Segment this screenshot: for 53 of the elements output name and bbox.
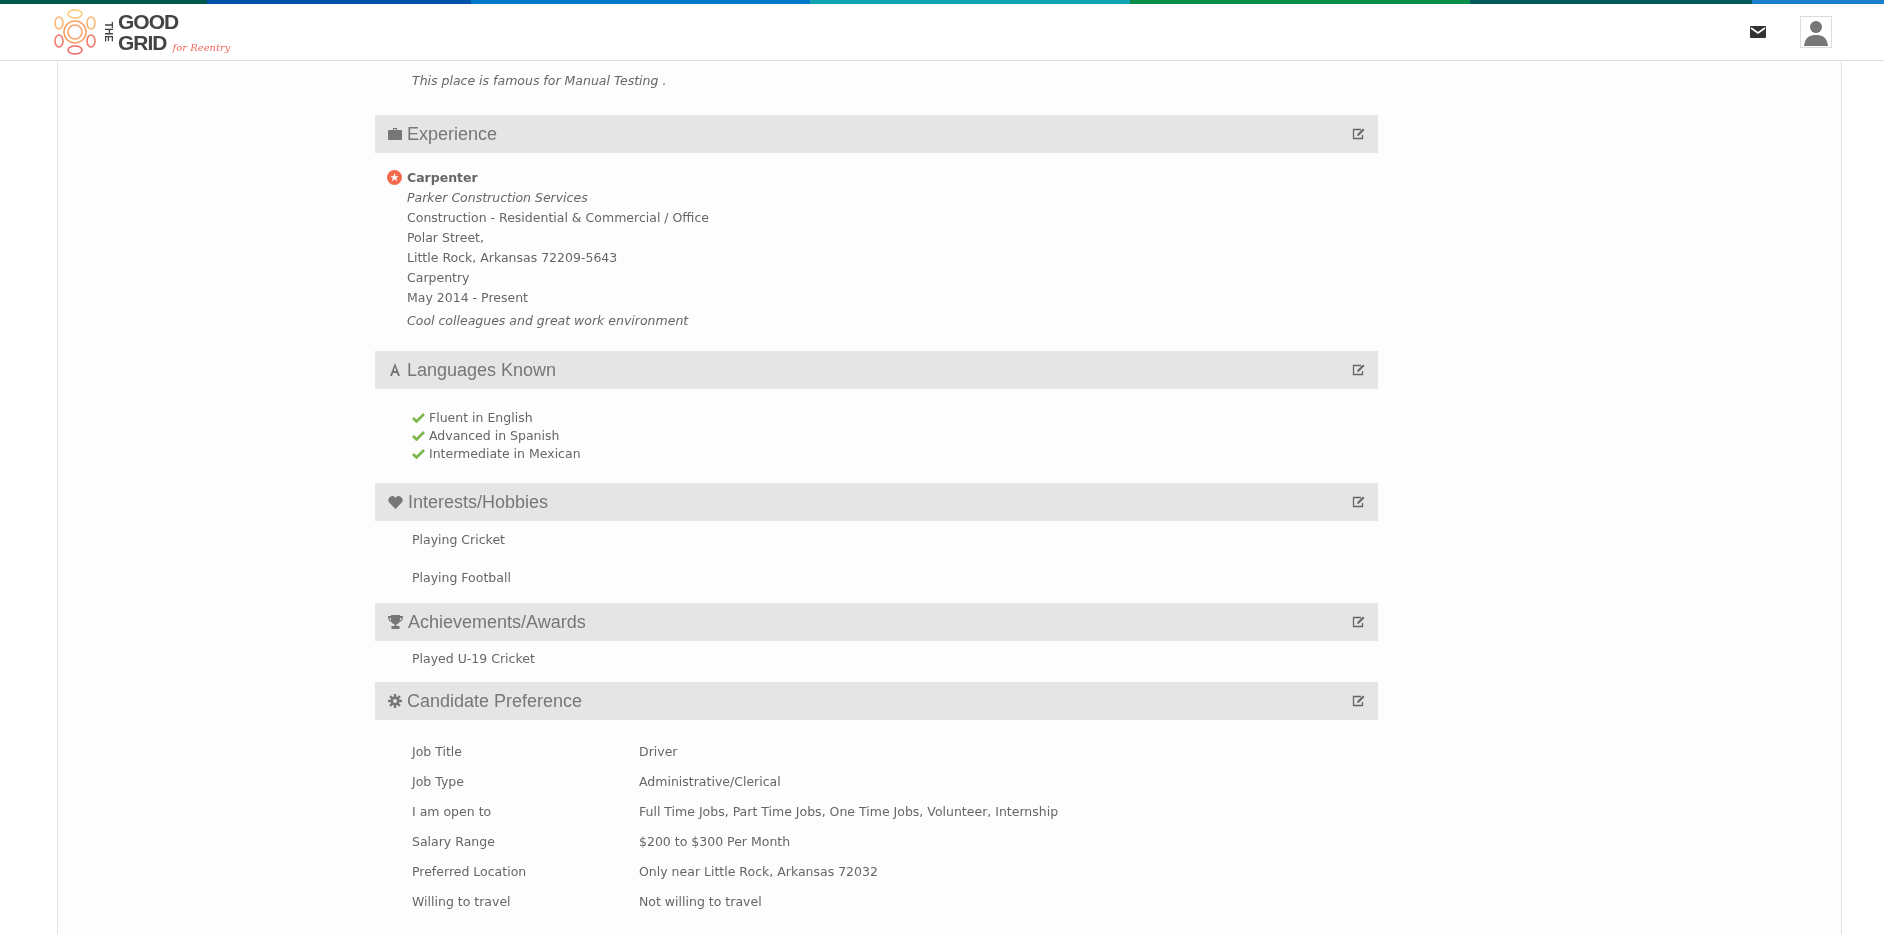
preference-label: I am open to [412, 803, 493, 819]
job-detail: Polar Street, [407, 229, 485, 247]
gear-icon [388, 694, 402, 708]
interest-item: Playing Cricket [412, 531, 506, 549]
section-title: Languages Known [407, 359, 558, 381]
preference-value: Only near Little Rock, Arkansas 72032 [639, 863, 878, 879]
logo-tagline: for Reentry [172, 43, 231, 53]
logo-text: GRID [118, 32, 167, 53]
letter-a-icon [388, 363, 402, 377]
job-detail: Carpentry [407, 269, 471, 287]
preference-value: $200 to $300 Per Month [639, 833, 791, 849]
preference-value: Driver [639, 743, 678, 759]
edit-icon[interactable] [1352, 128, 1365, 140]
language-item: Fluent in English [429, 409, 533, 427]
section-title: Achievements/Awards [408, 611, 587, 633]
logo-text: GOOD [118, 11, 180, 32]
checkmark-icon [412, 431, 425, 441]
achievement-item: Played U-19 Cricket [412, 651, 536, 666]
preference-value: Full Time Jobs, Part Time Jobs, One Time Jobs, Volunteer, Internship [639, 803, 1059, 819]
job-note: Cool colleagues and great work environment [407, 312, 690, 330]
briefcase-icon [388, 128, 402, 140]
company-name: Parker Construction Services [407, 189, 589, 207]
job-detail: Little Rock, Arkansas 72209-5643 [407, 249, 619, 267]
language-item: Advanced in Spanish [429, 427, 560, 445]
checkmark-icon [412, 413, 425, 423]
mail-icon[interactable] [1750, 26, 1766, 38]
preference-label: Willing to travel [412, 893, 512, 909]
section-title: Experience [407, 123, 499, 145]
preference-label: Job Title [412, 743, 464, 759]
star-badge-icon [387, 170, 402, 185]
edit-icon[interactable] [1352, 616, 1365, 628]
preference-value: Not willing to travel [639, 893, 762, 909]
avatar-icon[interactable] [1800, 16, 1832, 48]
job-title: Carpenter [407, 170, 478, 185]
preference-label: Job Type [412, 773, 465, 789]
edit-icon[interactable] [1352, 695, 1365, 707]
logo-text: THE [103, 22, 113, 42]
edit-icon[interactable] [1352, 496, 1365, 508]
heart-icon [388, 495, 403, 509]
job-detail: Construction - Residential & Commercial / Office [407, 209, 710, 227]
trophy-icon [388, 615, 403, 629]
section-title: Candidate Preference [407, 690, 584, 712]
preference-label: Preferred Location [412, 863, 528, 879]
job-detail: May 2014 - Present [407, 289, 529, 307]
entry-note: This place is famous for Manual Testing . [411, 72, 668, 90]
language-item: Intermediate in Mexican [429, 445, 581, 463]
flower-logo-icon [52, 9, 98, 55]
section-title: Interests/Hobbies [408, 491, 550, 513]
interest-item: Playing Football [412, 569, 512, 587]
preference-value: Administrative/Clerical [639, 773, 781, 789]
edit-icon[interactable] [1352, 364, 1365, 376]
preference-label: Salary Range [412, 833, 496, 849]
checkmark-icon [412, 449, 425, 459]
